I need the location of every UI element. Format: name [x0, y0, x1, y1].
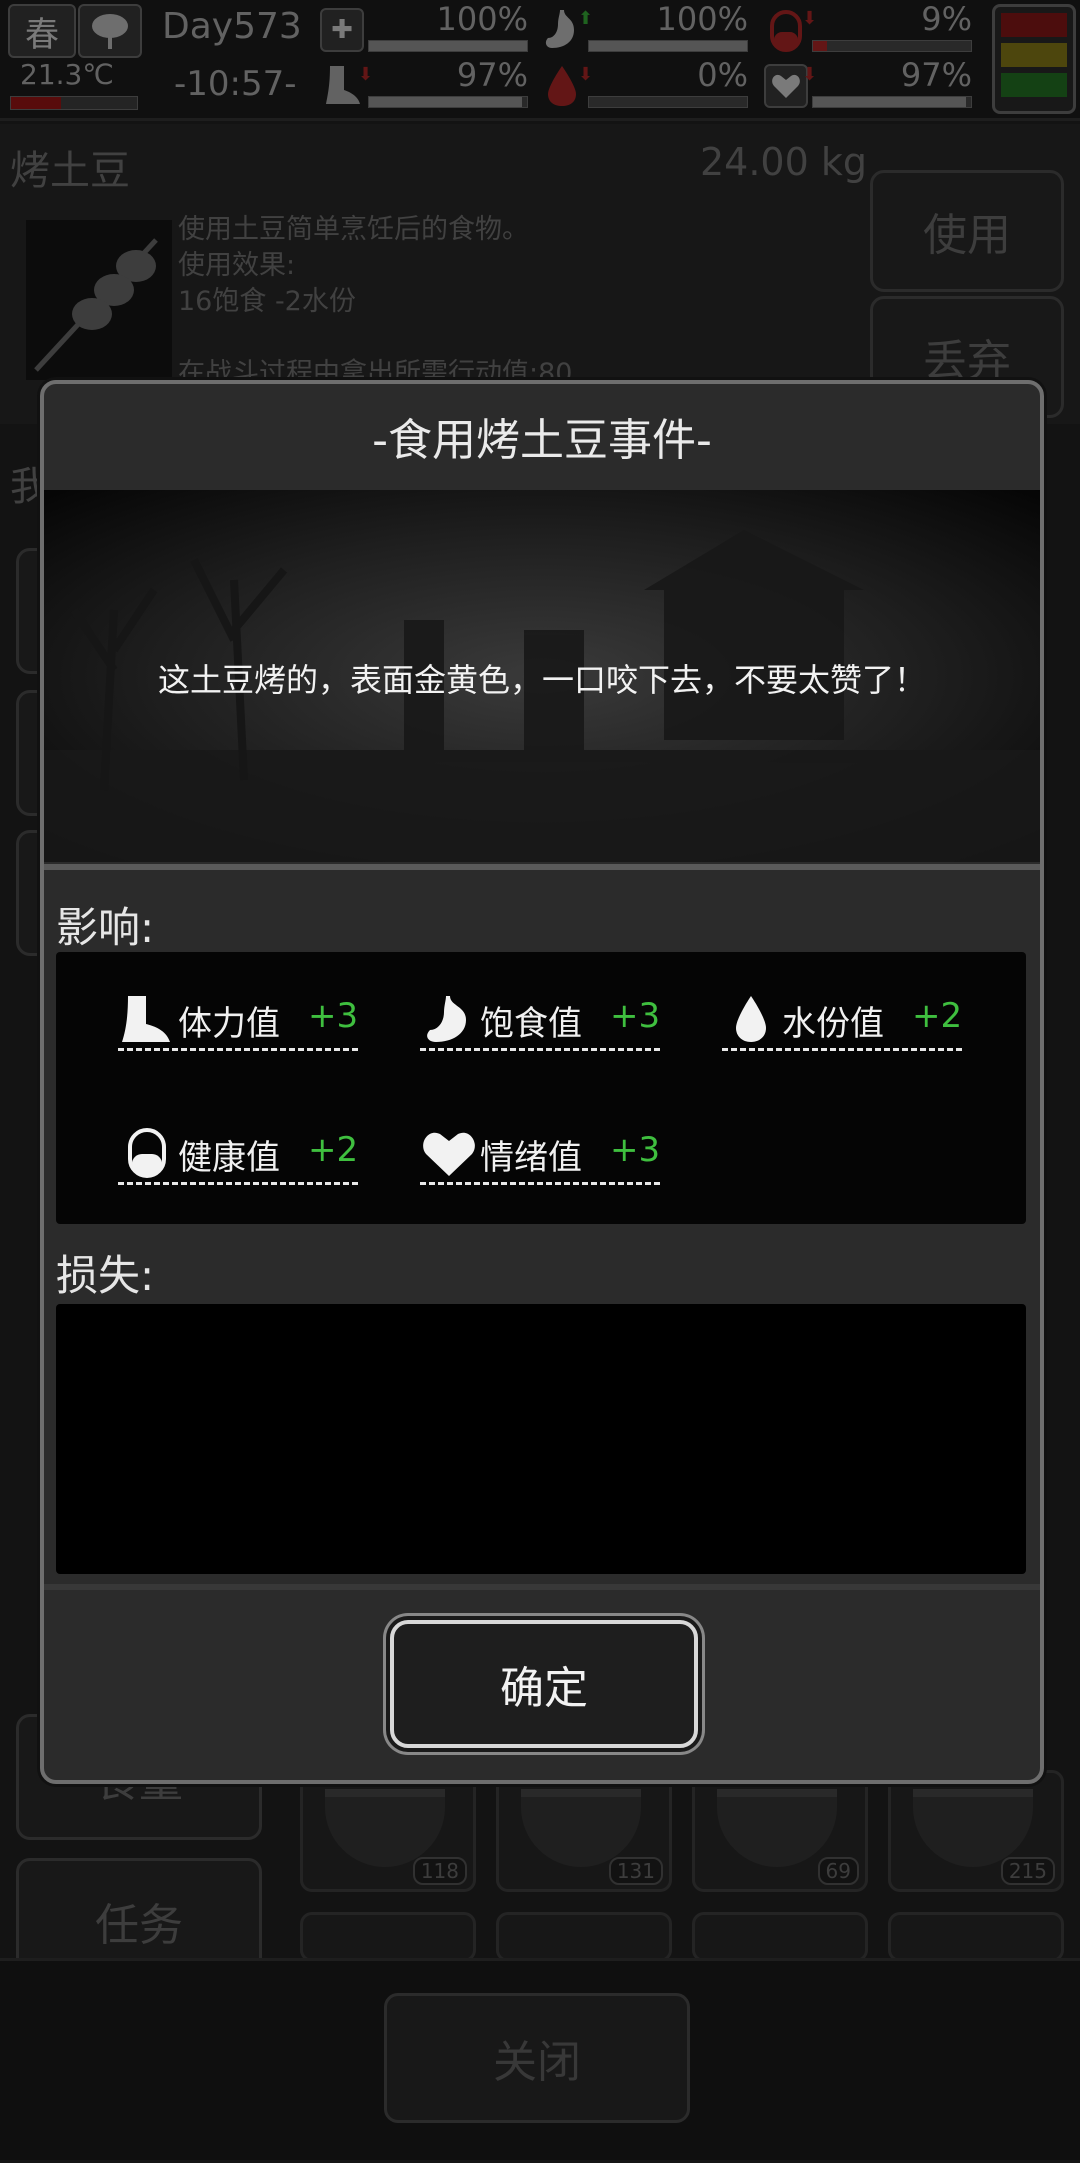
effect-mood: 情绪值 +3: [420, 1120, 660, 1185]
effect-value: +3: [610, 996, 661, 1036]
effect-name: 体力值: [178, 1004, 280, 1044]
effect-value: +2: [308, 1130, 359, 1170]
stomach-icon: [420, 994, 478, 1044]
effects-heading: 影响:: [56, 903, 155, 952]
loss-panel: [56, 1304, 1026, 1574]
effect-satiety: 饱食值 +3: [420, 986, 660, 1051]
event-narrative: 这土豆烤的，表面金黄色，一口咬下去，不要太赞了！: [157, 661, 926, 699]
effect-value: +3: [308, 996, 359, 1036]
scene-divider: [44, 864, 1040, 870]
water-drop-icon: [722, 994, 780, 1044]
heart-icon: [420, 1128, 478, 1178]
confirm-button[interactable]: 确定: [390, 1620, 698, 1748]
effects-panel: 体力值 +3 饱食值 +3 水份值 +2 健康值 +2 情绪值 +3: [56, 952, 1026, 1224]
effect-name: 饱食值: [480, 1004, 582, 1044]
effect-health: 健康值 +2: [118, 1120, 358, 1185]
effect-value: +3: [610, 1130, 661, 1170]
dialog-footer-divider: [44, 1584, 1040, 1590]
effect-water: 水份值 +2: [722, 986, 962, 1051]
event-dialog: -食用烤土豆事件- 这土豆烤的，表面金黄色，一口咬下去，不要太赞了！ 影响: 体…: [40, 380, 1044, 1784]
dialog-title: -食用烤土豆事件-: [372, 415, 712, 466]
loss-heading: 损失:: [56, 1251, 155, 1300]
boot-icon: [118, 994, 176, 1044]
effect-value: +2: [912, 996, 963, 1036]
event-scene-image: 这土豆烤的，表面金黄色，一口咬下去，不要太赞了！: [44, 490, 1040, 862]
effect-name: 情绪值: [480, 1138, 582, 1178]
effect-name: 水份值: [782, 1004, 884, 1044]
pill-icon: [118, 1128, 176, 1178]
effect-stamina: 体力值 +3: [118, 986, 358, 1051]
effect-name: 健康值: [178, 1138, 280, 1178]
